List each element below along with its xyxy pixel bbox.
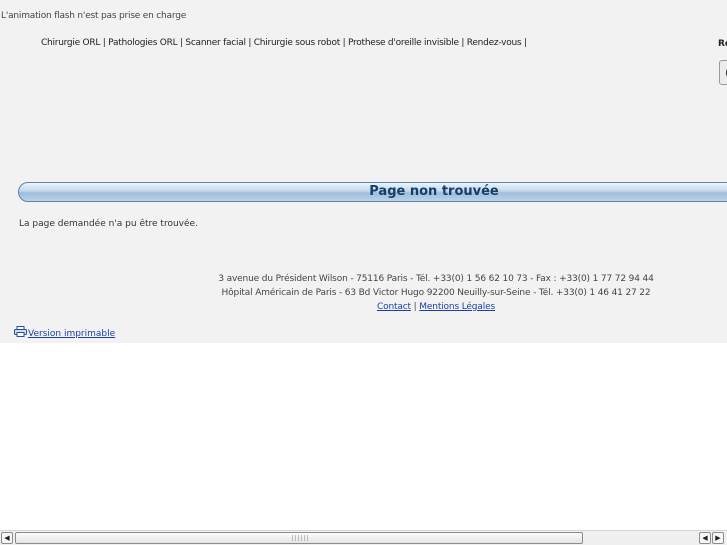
scrollbar-grip-icon bbox=[292, 535, 308, 541]
nav-item-chirurgie-orl[interactable]: Chirurgie ORL | bbox=[41, 38, 106, 48]
contact-link[interactable]: Contact bbox=[377, 302, 411, 312]
cut-off-button[interactable]: ( bbox=[719, 60, 727, 85]
horizontal-scrollbar[interactable]: ◀ ◀ ▶ bbox=[0, 530, 727, 545]
cut-off-label: Re bbox=[718, 39, 727, 49]
nav-item-pathologies-orl[interactable]: Pathologies ORL | bbox=[108, 38, 183, 48]
printer-icon[interactable] bbox=[14, 326, 27, 340]
not-found-message: La page demandée n'a pu être trouvée. bbox=[19, 219, 198, 229]
flash-notice: L'animation flash n'est pas prise en cha… bbox=[1, 11, 187, 21]
scroll-left-arrow-right-icon[interactable]: ◀ bbox=[699, 532, 711, 544]
legal-notice-link[interactable]: Mentions Légales bbox=[419, 302, 495, 312]
main-nav: Chirurgie ORL | Pathologies ORL | Scanne… bbox=[41, 38, 527, 48]
print-version-link[interactable]: Version imprimable bbox=[28, 329, 115, 339]
nav-item-rendez-vous[interactable]: Rendez-vous | bbox=[467, 38, 527, 48]
footer-links: Contact | Mentions Légales bbox=[180, 300, 692, 314]
page-title: Page non trouvée bbox=[369, 184, 499, 199]
page-content: L'animation flash n'est pas prise en cha… bbox=[0, 0, 727, 343]
print-version: Version imprimable bbox=[14, 326, 115, 340]
footer-link-separator: | bbox=[413, 302, 417, 312]
scroll-right-arrow-icon[interactable]: ▶ bbox=[712, 532, 724, 544]
nav-item-scanner-facial[interactable]: Scanner facial | bbox=[185, 38, 251, 48]
scroll-left-arrow-icon[interactable]: ◀ bbox=[1, 532, 13, 544]
scrollbar-thumb[interactable] bbox=[15, 532, 583, 544]
footer-address-paris: 3 avenue du Président Wilson - 75116 Par… bbox=[218, 274, 654, 284]
nav-item-chirurgie-robot[interactable]: Chirurgie sous robot | bbox=[254, 38, 346, 48]
nav-item-prothese-oreille[interactable]: Prothese d'oreille invisible | bbox=[348, 38, 464, 48]
page-title-bar: Page non trouvée bbox=[18, 182, 727, 202]
footer: 3 avenue du Président Wilson - 75116 Par… bbox=[180, 272, 692, 314]
footer-address-neuilly: Hôpital Américain de Paris - 63 Bd Victo… bbox=[221, 288, 651, 298]
